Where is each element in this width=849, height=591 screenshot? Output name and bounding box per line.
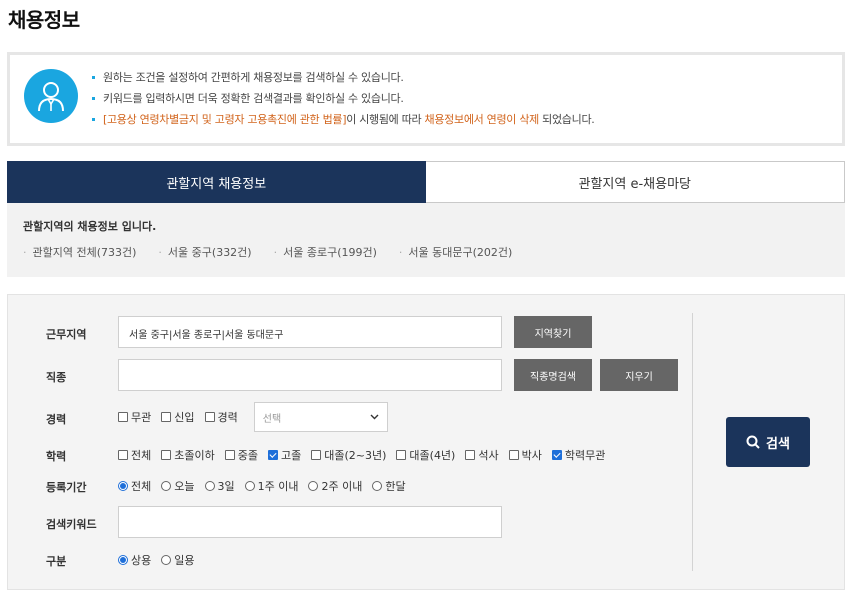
region-link-dongdaemun[interactable]: · 서울 동대문구(202건): [399, 244, 512, 260]
region-summary: 관할지역의 채용정보 입니다. · 관할지역 전체(733건) · 서울 중구(33…: [7, 203, 845, 277]
career-options: 무관 신입 경력 선택: [118, 401, 388, 433]
education-checkbox-0[interactable]: 전체: [118, 447, 151, 463]
education-checkbox-label: 석사: [478, 449, 499, 462]
person-icon: [24, 69, 78, 123]
career-select[interactable]: 선택: [253, 402, 388, 432]
tab-bar: 관할지역 채용정보 관할지역 e-채용마당: [7, 161, 845, 203]
period-radio-3[interactable]: 1주 이내: [244, 478, 299, 494]
education-checkbox-mark: [311, 450, 322, 460]
education-checkbox-mark: [161, 450, 172, 460]
education-checkbox-mark: [267, 450, 278, 460]
education-checkbox-6[interactable]: 석사: [465, 447, 499, 463]
period-options: 전체 오늘 3일 1주 이내 2주 이내 한달: [118, 476, 416, 496]
category-radio-mark: [118, 555, 128, 565]
period-radio-mark: [161, 481, 172, 491]
category-radio-mark: [161, 555, 172, 565]
divider: [692, 313, 693, 571]
education-checkbox-label: 전체: [131, 449, 152, 462]
job-type-label: 직종: [46, 371, 67, 384]
education-checkbox-mark: [224, 450, 235, 460]
category-radio-1[interactable]: 일용: [161, 552, 195, 568]
find-region-button[interactable]: 지역찾기: [514, 316, 592, 348]
period-radio-label: 3일: [217, 480, 235, 493]
period-radio-mark: [204, 481, 215, 491]
period-radio-0[interactable]: 전체: [118, 478, 151, 494]
education-options: 전체 초졸이하 중졸 고졸 대졸(2~3년) 대졸(4년) 석사 박사 학력무관: [118, 445, 615, 465]
region-link-jongno[interactable]: · 서울 종로구(199건): [274, 244, 377, 260]
period-radio-label: 1주 이내: [257, 480, 299, 493]
work-area-label: 근무지역: [46, 328, 87, 341]
notice-list: 원하는 조건을 설정하여 간편하게 채용정보를 검색하실 수 있습니다. 키워드…: [92, 67, 595, 130]
category-radio-label: 상용: [131, 554, 152, 567]
education-checkbox-2[interactable]: 중졸: [224, 447, 258, 463]
education-label: 학력: [46, 450, 67, 463]
education-checkbox-label: 고졸: [280, 449, 302, 462]
period-radio-label: 2주 이내: [321, 480, 363, 493]
period-radio-5[interactable]: 한달: [372, 478, 406, 494]
tab-region-e-jobs[interactable]: 관할지역 e-채용마당: [425, 161, 845, 203]
career-exp-checkbox[interactable]: 경력: [204, 409, 238, 425]
period-radio-mark: [372, 481, 383, 491]
notice-item: 키워드를 입력하시면 더욱 정확한 검색결과를 확인하실 수 있습니다.: [92, 88, 594, 109]
work-area-field[interactable]: 서울 중구|서울 종로구|서울 동대문구: [118, 316, 502, 348]
region-link-jung[interactable]: · 서울 중구(332건): [158, 244, 251, 260]
education-checkbox-3[interactable]: 고졸: [267, 447, 302, 463]
education-checkbox-label: 박사: [521, 449, 542, 462]
keyword-input[interactable]: [118, 506, 502, 538]
period-radio-label: 전체: [131, 480, 152, 493]
period-radio-label: 오늘: [174, 480, 195, 493]
period-radio-mark: [308, 481, 319, 491]
region-title: 관할지역의 채용정보 입니다.: [23, 220, 157, 233]
search-panel: 근무지역 서울 중구|서울 종로구|서울 동대문구 지역찾기 직종 직종명검색 …: [7, 294, 845, 590]
education-checkbox-label: 중졸: [237, 449, 258, 462]
clear-button[interactable]: 지우기: [600, 359, 678, 391]
tab-region-jobs[interactable]: 관할지역 채용정보: [7, 161, 426, 203]
education-checkbox-label: 학력무관: [564, 449, 606, 462]
keyword-label: 검색키워드: [46, 518, 97, 531]
job-name-search-button[interactable]: 직종명검색: [514, 359, 592, 391]
education-checkbox-mark: [396, 450, 407, 460]
career-new-checkbox[interactable]: 신입: [161, 409, 195, 425]
chevron-down-icon: [370, 412, 379, 423]
page-title: 채용정보: [8, 8, 80, 32]
education-checkbox-1[interactable]: 초졸이하: [161, 447, 215, 463]
region-links: · 관할지역 전체(733건) · 서울 중구(332건) · 서울 종로구(199건…: [23, 244, 534, 260]
period-radio-mark: [244, 481, 255, 491]
education-checkbox-label: 대졸(4년): [409, 449, 456, 462]
period-radio-2[interactable]: 3일: [204, 478, 235, 494]
period-radio-1[interactable]: 오늘: [161, 478, 195, 494]
career-label: 경력: [46, 413, 67, 426]
education-checkbox-5[interactable]: 대졸(4년): [396, 447, 455, 463]
work-area-value: 서울 중구|서울 종로구|서울 동대문구: [129, 330, 284, 341]
education-checkbox-label: 대졸(2~3년): [324, 449, 387, 462]
education-checkbox-mark: [465, 450, 476, 460]
category-radio-0[interactable]: 상용: [118, 552, 151, 568]
notice-item: [고용상 연령차별금지 및 고령자 고용촉진에 관한 법률]이 시행됨에 따라 …: [92, 109, 595, 130]
education-checkbox-7[interactable]: 박사: [508, 447, 542, 463]
notice-box: 원하는 조건을 설정하여 간편하게 채용정보를 검색하실 수 있습니다. 키워드…: [7, 52, 845, 146]
career-any-checkbox[interactable]: 무관: [118, 409, 151, 425]
education-checkbox-8[interactable]: 학력무관: [551, 447, 606, 463]
search-icon: [746, 435, 760, 449]
category-radio-label: 일용: [174, 554, 195, 567]
job-type-field[interactable]: [118, 359, 502, 391]
education-checkbox-mark: [551, 450, 562, 460]
notice-item: 원하는 조건을 설정하여 간편하게 채용정보를 검색하실 수 있습니다.: [92, 67, 594, 88]
period-radio-label: 한달: [385, 480, 406, 493]
category-label: 구분: [46, 555, 67, 568]
category-options: 상용 일용: [118, 550, 205, 570]
education-checkbox-mark: [508, 450, 519, 460]
period-label: 등록기간: [46, 481, 87, 494]
education-checkbox-4[interactable]: 대졸(2~3년): [311, 447, 386, 463]
period-radio-mark: [118, 481, 128, 491]
region-link-all[interactable]: · 관할지역 전체(733건): [23, 244, 136, 260]
search-button[interactable]: 검색: [726, 417, 810, 467]
education-checkbox-label: 초졸이하: [174, 449, 215, 462]
education-checkbox-mark: [118, 450, 128, 460]
period-radio-4[interactable]: 2주 이내: [308, 478, 362, 494]
